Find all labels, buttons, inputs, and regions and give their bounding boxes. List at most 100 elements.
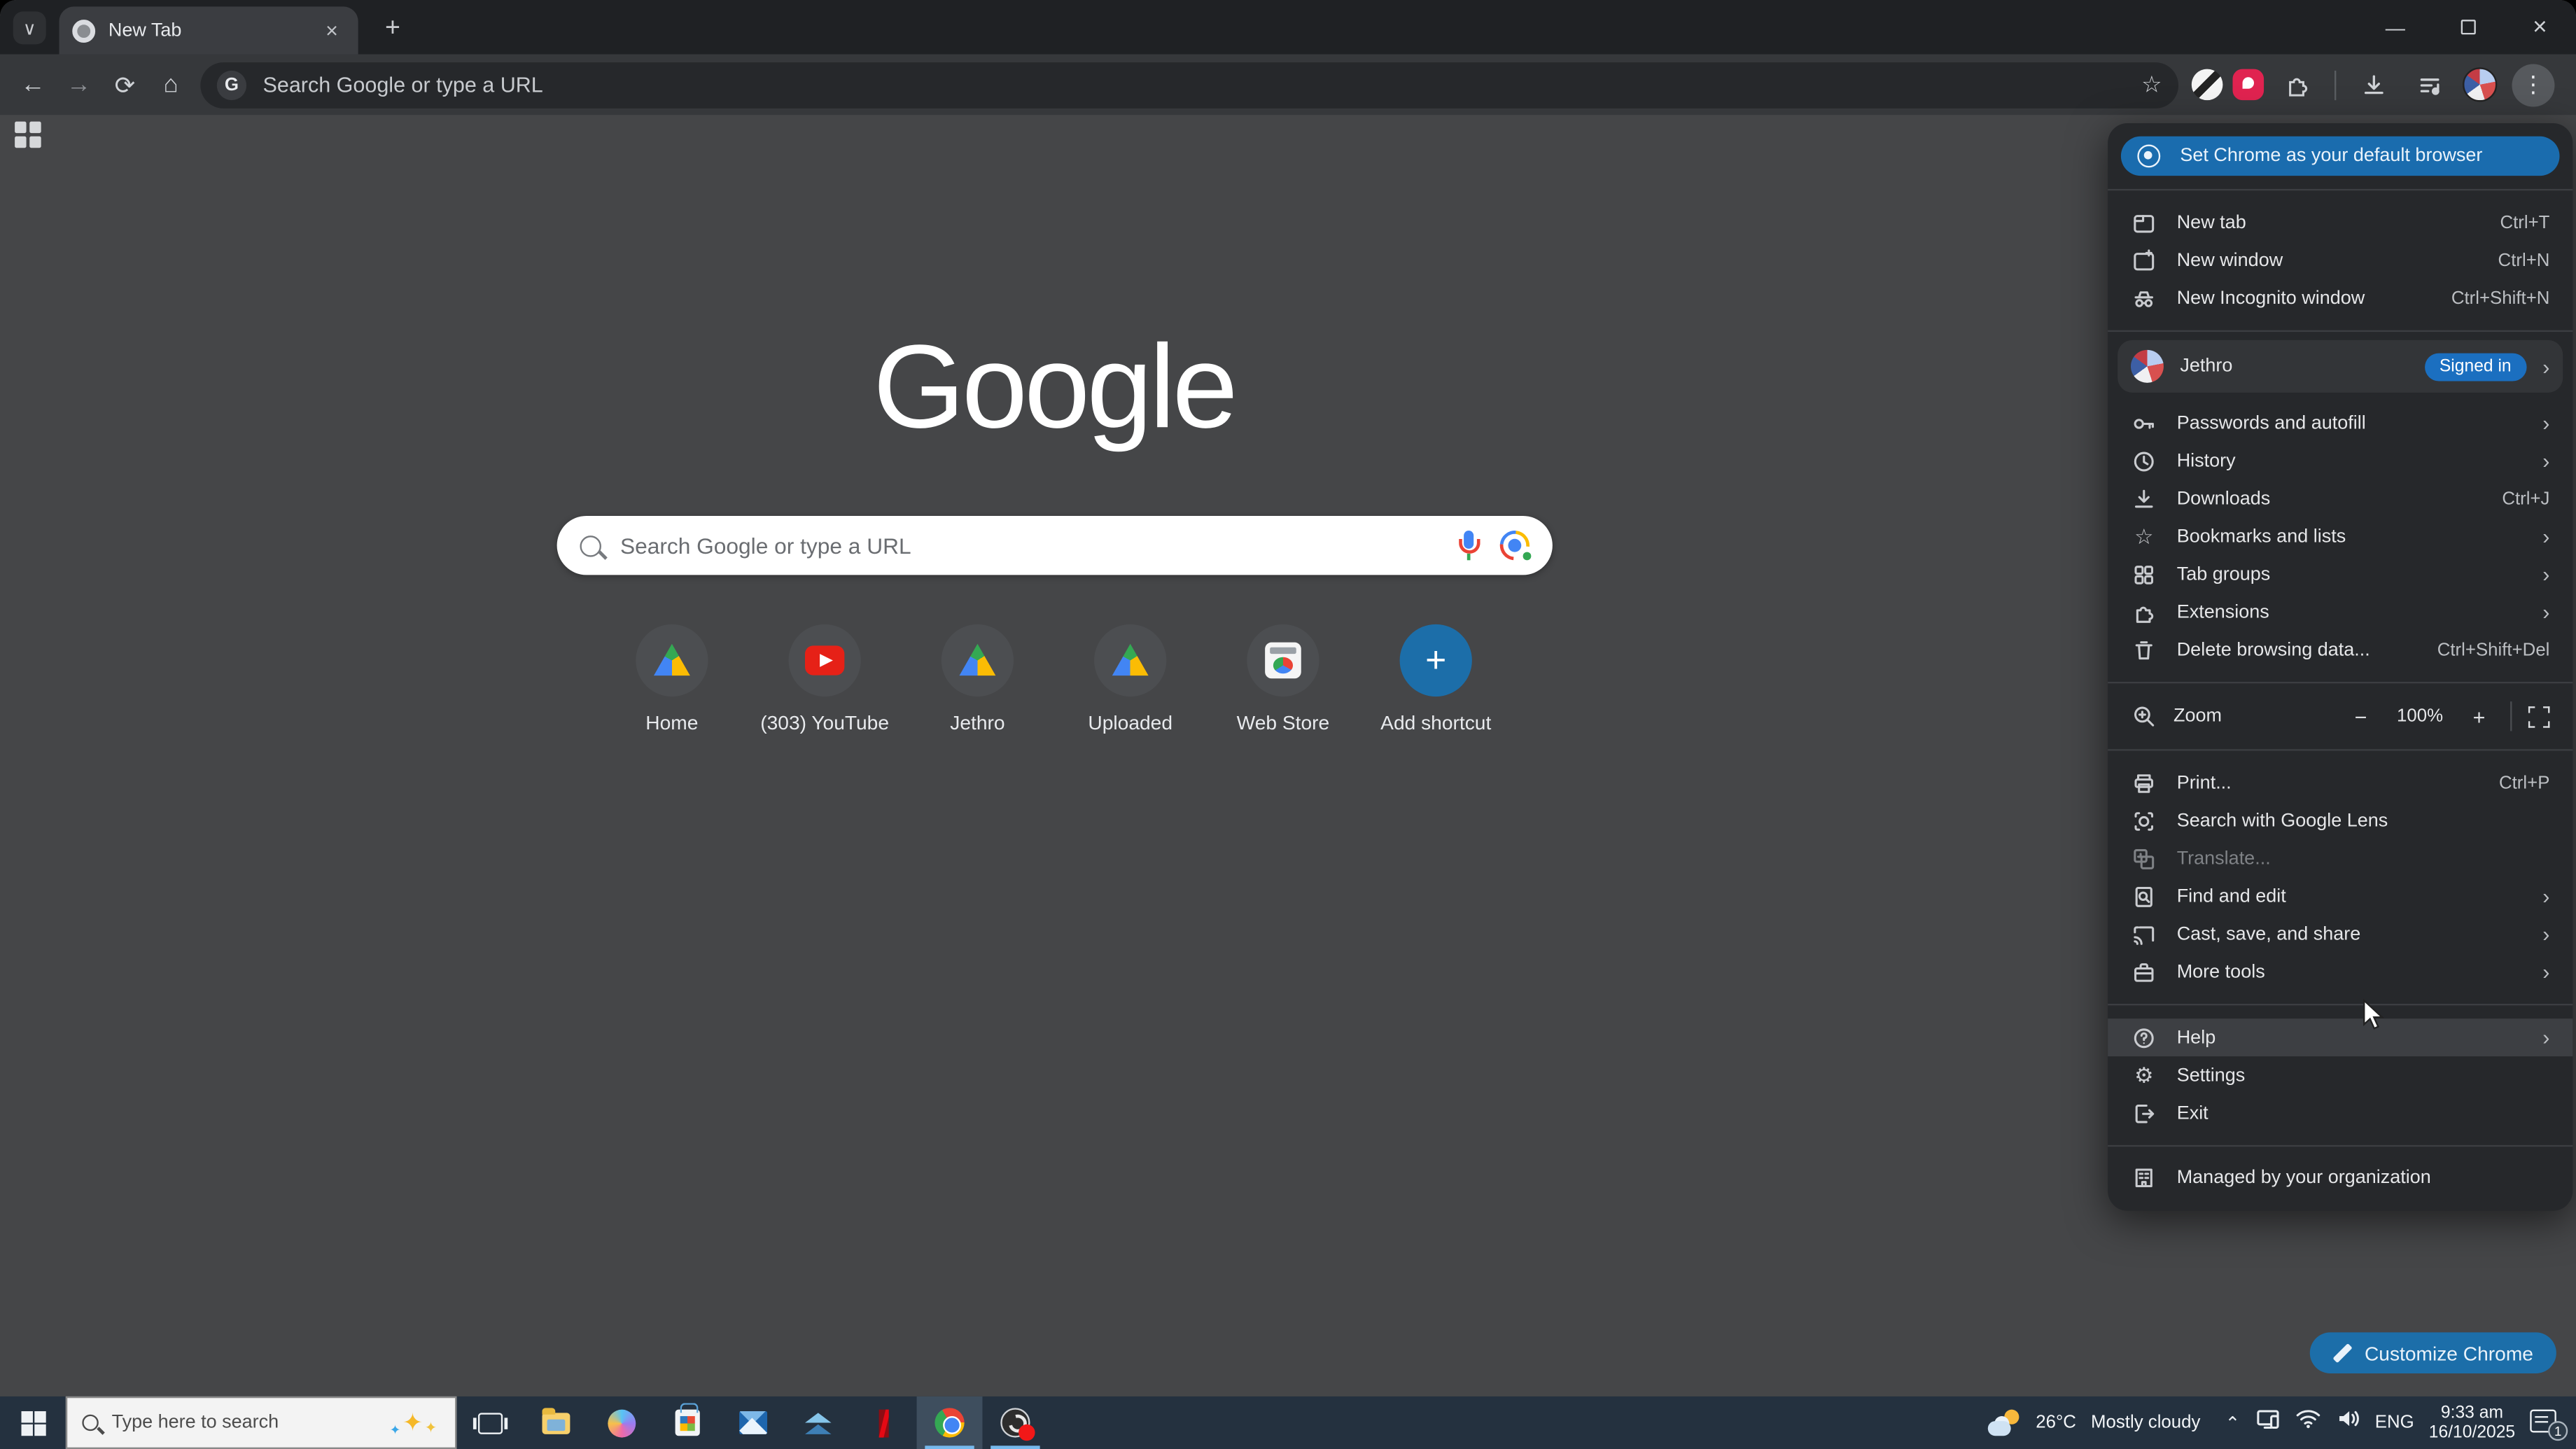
address-bar[interactable]: G Search Google or type a URL ☆ — [200, 62, 2178, 108]
profile-avatar[interactable] — [2463, 67, 2497, 102]
taskbar-icons — [456, 1396, 1048, 1449]
home-button[interactable]: ⌂ — [148, 62, 194, 108]
cast-icon — [2131, 920, 2157, 947]
extension-adblock-icon[interactable] — [2192, 69, 2223, 101]
shortcut-jethro[interactable]: Jethro — [903, 624, 1053, 734]
menu-item-help[interactable]: Help › — [2108, 1018, 2572, 1056]
toolbar: ← → ⟳ ⌂ G Search Google or type a URL ☆ … — [0, 54, 2576, 115]
profile-avatar — [2131, 350, 2164, 383]
netflix-button[interactable] — [851, 1396, 917, 1449]
tab-search-button[interactable]: ∨ — [13, 11, 46, 44]
close-button[interactable]: × — [2504, 0, 2576, 54]
organization-building-icon — [2131, 1165, 2157, 1191]
extensions-puzzle-icon[interactable] — [2274, 62, 2320, 108]
volume-icon[interactable] — [2335, 1408, 2360, 1437]
menu-separator — [2108, 1145, 2572, 1147]
tray-clock[interactable]: 9:33 am 16/10/2025 — [2429, 1403, 2515, 1443]
menu-item-exit[interactable]: Exit — [2108, 1094, 2572, 1132]
task-view-button[interactable] — [456, 1396, 522, 1449]
chrome-taskbar-button[interactable] — [917, 1396, 983, 1449]
signed-in-badge: Signed in — [2425, 352, 2526, 380]
menu-item-extensions[interactable]: Extensions › — [2108, 593, 2572, 631]
menu-item-passwords-autofill[interactable]: Passwords and autofill › — [2108, 404, 2572, 442]
chrome-icon — [934, 1408, 964, 1437]
media-queue-icon[interactable] — [2407, 62, 2453, 108]
shortcut-youtube[interactable]: (303) YouTube — [750, 624, 899, 734]
menu-item-managed[interactable]: Managed by your organization — [2108, 1155, 2572, 1201]
chevron-down-icon: ∨ — [23, 18, 36, 39]
menu-separator — [2108, 189, 2572, 190]
notification-center-button[interactable]: 1 — [2530, 1410, 2563, 1436]
maximize-icon — [2460, 20, 2475, 34]
downloads-icon[interactable] — [2351, 62, 2397, 108]
zoom-in-button[interactable]: + — [2464, 704, 2493, 729]
tray-temperature[interactable]: 26°C — [2036, 1413, 2076, 1432]
copilot-button[interactable] — [588, 1396, 654, 1449]
menu-item-downloads[interactable]: Downloads Ctrl+J — [2108, 479, 2572, 517]
shortcut-home[interactable]: Home — [597, 624, 747, 734]
menu-item-find-and-edit[interactable]: Find and edit › — [2108, 877, 2572, 915]
fullscreen-icon[interactable] — [2528, 706, 2550, 727]
incognito-icon — [2131, 285, 2157, 312]
start-button[interactable] — [0, 1396, 66, 1449]
search-icon — [579, 535, 601, 556]
tray-expand-icon[interactable]: ⌃ — [2225, 1412, 2241, 1434]
tray-condition[interactable]: Mostly cloudy — [2091, 1413, 2200, 1432]
microsoft-store-button[interactable] — [654, 1396, 720, 1449]
voice-search-icon[interactable] — [1458, 530, 1480, 561]
shortcut-uploaded[interactable]: Uploaded — [1056, 624, 1205, 734]
menu-item-new-tab[interactable]: New tab Ctrl+T — [2108, 204, 2572, 241]
menu-item-history[interactable]: History › — [2108, 442, 2572, 479]
mail-button[interactable] — [720, 1396, 785, 1449]
back-button[interactable]: ← — [10, 62, 56, 108]
ntp-search-box[interactable]: Search Google or type a URL — [556, 516, 1551, 575]
minimize-button[interactable]: — — [2359, 0, 2431, 54]
customize-chrome-button[interactable]: Customize Chrome — [2310, 1332, 2556, 1373]
set-default-browser-button[interactable]: Set Chrome as your default browser — [2121, 136, 2560, 176]
extension-pin-icon[interactable] — [2232, 69, 2264, 101]
chevron-right-icon: › — [2542, 356, 2549, 377]
tab-new-tab[interactable]: New Tab × — [59, 6, 358, 54]
menu-item-tab-groups[interactable]: Tab groups › — [2108, 555, 2572, 593]
menu-item-cast-save-share[interactable]: Cast, save, and share › — [2108, 915, 2572, 953]
tab-close-icon[interactable]: × — [318, 18, 345, 44]
zoom-out-button[interactable]: − — [2346, 704, 2375, 729]
menu-item-bookmarks[interactable]: ☆ Bookmarks and lists › — [2108, 517, 2572, 555]
tab-strip: ∨ New Tab × + — × — [0, 0, 2576, 54]
ntp-center: Google Search Google or type a URL Home … — [0, 115, 2108, 1396]
chrome-favicon-icon — [72, 19, 95, 42]
google-lens-icon[interactable] — [1499, 531, 1529, 560]
menu-item-new-window[interactable]: New window Ctrl+N — [2108, 241, 2572, 279]
menu-item-more-tools[interactable]: More tools › — [2108, 953, 2572, 990]
menu-item-search-with-lens[interactable]: Search with Google Lens — [2108, 802, 2572, 839]
menu-overflow-button[interactable]: ⋮ — [2512, 63, 2554, 106]
menu-separator — [2108, 1004, 2572, 1005]
trash-icon — [2131, 636, 2157, 663]
maximize-button[interactable] — [2431, 0, 2503, 54]
display-device-icon[interactable] — [2255, 1407, 2279, 1438]
weather-icon[interactable] — [1988, 1410, 2021, 1435]
menu-item-print[interactable]: Print... Ctrl+P — [2108, 764, 2572, 802]
menu-item-profile[interactable]: Jethro Signed in › — [2118, 340, 2563, 393]
menu-item-delete-browsing-data[interactable]: Delete browsing data... Ctrl+Shift+Del — [2108, 631, 2572, 668]
taskbar-search-box[interactable]: Type here to search ✦ ✦ ✦ — [66, 1396, 457, 1449]
wifi-icon[interactable] — [2295, 1408, 2321, 1437]
forward-button[interactable]: → — [56, 62, 102, 108]
blue-chevron-app-button[interactable] — [785, 1396, 851, 1449]
new-tab-button[interactable]: + — [374, 11, 411, 48]
tray-language[interactable]: ENG — [2375, 1413, 2414, 1432]
reload-button[interactable]: ⟳ — [102, 62, 148, 108]
add-shortcut-button[interactable]: + Add shortcut — [1361, 624, 1511, 734]
menu-item-new-incognito-window[interactable]: New Incognito window Ctrl+Shift+N — [2108, 279, 2572, 317]
shortcut-webstore[interactable]: Web Store — [1208, 624, 1358, 734]
obs-studio-icon — [1000, 1408, 1030, 1437]
menu-item-settings[interactable]: ⚙ Settings — [2108, 1056, 2572, 1094]
pencil-icon — [2333, 1344, 2351, 1362]
obs-taskbar-button[interactable] — [982, 1396, 1048, 1449]
tab-title: New Tab — [108, 20, 306, 40]
bookmark-star-icon[interactable]: ☆ — [2141, 71, 2162, 99]
zoom-magnifier-icon — [2131, 703, 2157, 729]
folder-icon — [541, 1412, 569, 1434]
printer-icon — [2131, 770, 2157, 797]
file-explorer-button[interactable] — [522, 1396, 588, 1449]
